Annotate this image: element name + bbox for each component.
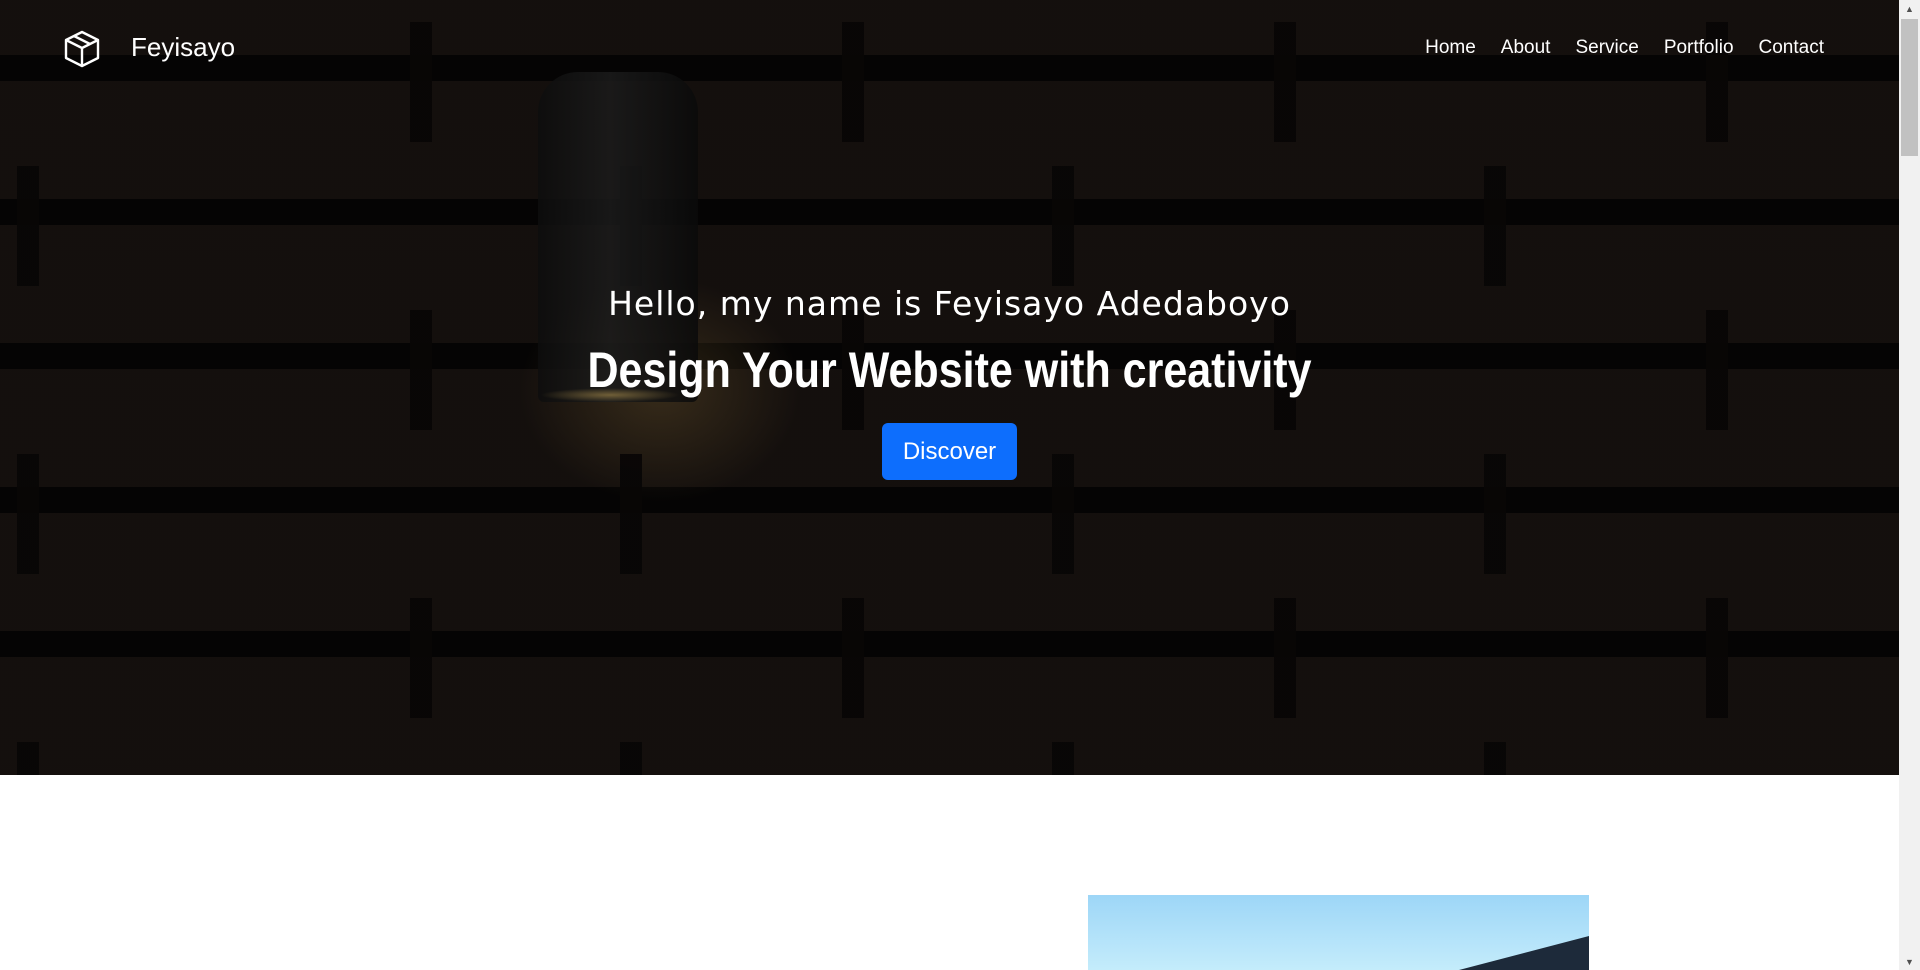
brand-name[interactable]: Feyisayo (131, 30, 235, 64)
scroll-up-arrow-icon[interactable]: ▲ (1899, 0, 1920, 17)
hero-subtitle: Hello, my name is Feyisayo Adedaboyo (608, 284, 1291, 323)
page-scrollbar[interactable]: ▲ ▼ (1899, 0, 1920, 970)
brick-texture (0, 166, 1899, 286)
nav-link-home[interactable]: Home (1425, 36, 1476, 60)
nav-link-service[interactable]: Service (1575, 36, 1638, 60)
navbar: Feyisayo Home About Service Portfolio Co… (0, 0, 1899, 95)
about-section (0, 775, 1899, 970)
brick-texture (0, 598, 1899, 718)
hero-title: Design Your Website with creativity (587, 342, 1312, 398)
nav-link-about[interactable]: About (1501, 36, 1551, 60)
brick-texture (0, 742, 1899, 775)
nav-link-portfolio[interactable]: Portfolio (1664, 36, 1734, 60)
nav-link-contact[interactable]: Contact (1759, 36, 1824, 60)
building-roof-shape (1459, 936, 1589, 970)
hero-content: Hello, my name is Feyisayo Adedaboyo Des… (0, 278, 1899, 480)
about-image (1088, 895, 1589, 970)
discover-button[interactable]: Discover (881, 423, 1018, 480)
nav-links: Home About Service Portfolio Contact (1425, 36, 1824, 60)
scrollbar-thumb[interactable] (1901, 19, 1918, 156)
scroll-down-arrow-icon[interactable]: ▼ (1899, 953, 1920, 970)
cube-icon[interactable] (62, 29, 102, 69)
hero-section: Feyisayo Home About Service Portfolio Co… (0, 0, 1899, 775)
